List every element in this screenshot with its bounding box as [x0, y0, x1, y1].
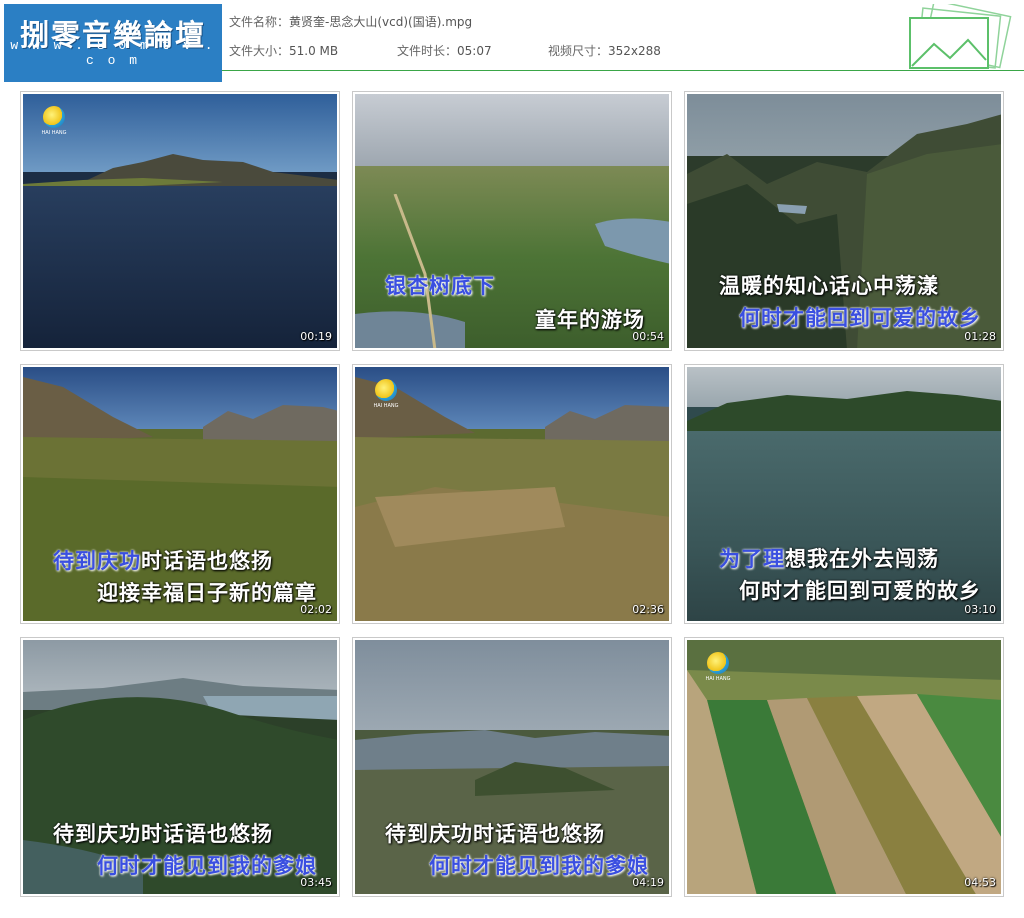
thumbnail-7[interactable]: 待到庆功时话语也悠扬 何时才能见到我的爹娘 03:45	[20, 637, 340, 897]
dimensions-value: 352x288	[608, 44, 661, 58]
file-size-value: 51.0 MB	[289, 44, 339, 58]
timestamp: 03:10	[964, 603, 996, 616]
lyric-line-2: 何时才能见到我的爹娘	[97, 854, 317, 878]
duration-info: 文件时长：05:07	[397, 42, 492, 59]
file-size-label: 文件大小：	[229, 44, 290, 58]
thumbnail-6[interactable]: 为了理想我在外去闯荡 何时才能回到可爱的故乡 03:10	[684, 364, 1004, 624]
image-frames-icon	[909, 4, 1012, 69]
frame-image: HAI HANG 00:19	[23, 94, 337, 348]
file-name-info: 文件名称：黄贤奎-思念大山(vcd)(国语).mpg	[229, 13, 472, 30]
lyric-line-2: 何时才能回到可爱的故乡	[739, 306, 981, 330]
lyric-line-1: 温暖的知心话心中荡漾	[719, 274, 939, 298]
frame-image: HAI HANG 02:36	[355, 367, 669, 621]
frame-image: 待到庆功时话语也悠扬 何时才能见到我的爹娘 03:45	[23, 640, 337, 894]
lyric-line-1: 为了理想我在外去闯荡	[719, 547, 939, 571]
thumbnail-8[interactable]: 待到庆功时话语也悠扬 何时才能见到我的爹娘 04:19	[352, 637, 672, 897]
site-logo[interactable]: 捌零音樂論壇 w w w . 8 0 m t v . c o m	[4, 4, 222, 82]
file-name-value: 黄贤奎-思念大山(vcd)(国语).mpg	[289, 15, 473, 29]
duration-label: 文件时长：	[397, 44, 458, 58]
channel-logo: HAI HANG	[705, 652, 731, 686]
lyric-line-1: 待到庆功时话语也悠扬	[385, 822, 605, 846]
lyric-line-1: 待到庆功时话语也悠扬	[53, 822, 273, 846]
frame-image: 银杏树底下 童年的游场 00:54	[355, 94, 669, 348]
lyric-line-1: 待到庆功时话语也悠扬	[53, 549, 273, 573]
timestamp: 02:36	[632, 603, 664, 616]
lyric-line-2: 迎接幸福日子新的篇章	[97, 581, 317, 605]
lyric-line-1: 银杏树底下	[385, 274, 495, 298]
frame-image: 待到庆功时话语也悠扬 何时才能见到我的爹娘 04:19	[355, 640, 669, 894]
thumbnail-4[interactable]: 待到庆功时话语也悠扬 迎接幸福日子新的篇章 02:02	[20, 364, 340, 624]
lyric-line-2: 童年的游场	[535, 308, 645, 332]
duration-value: 05:07	[457, 44, 492, 58]
timestamp: 04:53	[964, 876, 996, 889]
lyric-line-2: 何时才能见到我的爹娘	[429, 854, 649, 878]
frame-image: 为了理想我在外去闯荡 何时才能回到可爱的故乡 03:10	[687, 367, 1001, 621]
file-size-info: 文件大小：51.0 MB	[229, 42, 338, 59]
thumbnail-5[interactable]: HAI HANG 02:36	[352, 364, 672, 624]
timestamp: 01:28	[964, 330, 996, 343]
channel-logo: HAI HANG	[41, 106, 67, 140]
dimensions-info: 视频尺寸：352x288	[548, 42, 661, 59]
frame-image: HAI HANG 04:53	[687, 640, 1001, 894]
thumbnail-2[interactable]: 银杏树底下 童年的游场 00:54	[352, 91, 672, 351]
timestamp: 02:02	[300, 603, 332, 616]
frame-image: 温暖的知心话心中荡漾 何时才能回到可爱的故乡 01:28	[687, 94, 1001, 348]
logo-url: w w w . 8 0 m t v . c o m	[10, 38, 216, 68]
file-name-label: 文件名称：	[229, 15, 290, 29]
timestamp: 00:19	[300, 330, 332, 343]
header-divider	[222, 70, 1024, 71]
frame-image: 待到庆功时话语也悠扬 迎接幸福日子新的篇章 02:02	[23, 367, 337, 621]
timestamp: 03:45	[300, 876, 332, 889]
dimensions-label: 视频尺寸：	[548, 44, 609, 58]
thumbnail-3[interactable]: 温暖的知心话心中荡漾 何时才能回到可爱的故乡 01:28	[684, 91, 1004, 351]
channel-logo: HAI HANG	[373, 379, 399, 413]
lyric-line-2: 何时才能回到可爱的故乡	[739, 579, 981, 603]
timestamp: 04:19	[632, 876, 664, 889]
thumbnail-1[interactable]: HAI HANG 00:19	[20, 91, 340, 351]
timestamp: 00:54	[632, 330, 664, 343]
thumbnail-9[interactable]: HAI HANG 04:53	[684, 637, 1004, 897]
